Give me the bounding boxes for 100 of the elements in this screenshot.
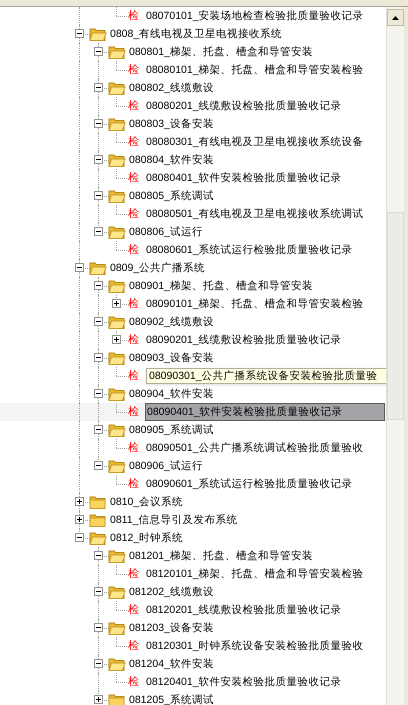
record-item[interactable]: 08090101_梯架、托盘、槽盒和导管安装检验 xyxy=(145,295,365,313)
inspection-tag: 检 xyxy=(128,673,139,691)
open-folder-icon xyxy=(108,80,126,96)
folder-icon xyxy=(89,512,107,528)
open-folder-icon xyxy=(108,314,126,330)
collapse-toggle[interactable] xyxy=(94,587,103,596)
record-item[interactable]: 08090401_软件安装检验批质量验收记录 xyxy=(145,403,385,421)
inspection-tag: 检 xyxy=(128,61,139,79)
collapse-toggle[interactable] xyxy=(94,353,103,362)
inspection-tag: 检 xyxy=(128,475,139,493)
collapse-toggle[interactable] xyxy=(75,263,84,272)
inspection-tag: 检 xyxy=(128,601,139,619)
record-item[interactable]: 08090501_公共广播系统调试检验批质量验收 xyxy=(145,439,365,457)
folder-label[interactable]: 081204_软件安装 xyxy=(128,655,215,673)
open-folder-icon xyxy=(108,422,126,438)
folder-label[interactable]: 080905_系统调试 xyxy=(128,421,215,439)
collapse-toggle[interactable] xyxy=(94,389,103,398)
folder-label[interactable]: 081202_线缆敷设 xyxy=(128,583,215,601)
open-folder-icon xyxy=(108,458,126,474)
collapse-toggle[interactable] xyxy=(75,29,84,38)
expand-toggle[interactable] xyxy=(75,497,84,506)
collapse-toggle[interactable] xyxy=(94,623,103,632)
inspection-tag: 检 xyxy=(128,637,139,655)
scrollbar[interactable] xyxy=(386,7,404,705)
folder-label[interactable]: 080804_软件安装 xyxy=(128,151,215,169)
folder-label[interactable]: 080901_梯架、托盘、槽盒和导管安装 xyxy=(128,277,314,295)
open-folder-icon xyxy=(108,188,126,204)
record-item[interactable]: 08080301_有线电视及卫星电视接收系统设备 xyxy=(145,133,365,151)
inspection-tag: 检 xyxy=(128,295,139,313)
folder-label[interactable]: 080801_梯架、托盘、槽盒和导管安装 xyxy=(128,43,314,61)
folder-label[interactable]: 0812_时钟系统 xyxy=(109,529,184,547)
record-item[interactable]: 08080401_软件安装检验批质量验收记录 xyxy=(145,169,343,187)
expand-toggle[interactable] xyxy=(75,515,84,524)
inspection-tag: 检 xyxy=(128,169,139,187)
folder-label[interactable]: 0811_信息导引及发布系统 xyxy=(109,511,238,529)
record-item[interactable]: 08120301_时钟系统设备安装检验批质量验收 xyxy=(145,637,365,655)
scroll-up-button[interactable] xyxy=(387,9,404,26)
open-folder-icon xyxy=(108,548,126,564)
collapse-toggle[interactable] xyxy=(94,317,103,326)
collapse-toggle[interactable] xyxy=(75,533,84,542)
folder-label[interactable]: 080904_软件安装 xyxy=(128,385,215,403)
folder-label[interactable]: 081203_设备安装 xyxy=(128,619,215,637)
collapse-toggle[interactable] xyxy=(94,659,103,668)
record-item[interactable]: 08080601_系统试运行检验批质量验收记录 xyxy=(145,241,354,259)
open-folder-icon xyxy=(89,530,107,546)
folder-icon xyxy=(89,494,107,510)
inspection-tag: 检 xyxy=(128,97,139,115)
expand-toggle[interactable] xyxy=(112,335,121,344)
record-item[interactable]: 08070101_安装场地检查检验批质量验收记录 xyxy=(145,7,365,25)
inspection-tag: 检 xyxy=(128,331,139,349)
collapse-toggle[interactable] xyxy=(94,119,103,128)
open-folder-icon xyxy=(108,584,126,600)
record-item[interactable]: 08080201_线缆敷设检验批质量验收记录 xyxy=(145,97,343,115)
inspection-tag: 检 xyxy=(128,565,139,583)
folder-label[interactable]: 080806_试运行 xyxy=(128,223,204,241)
collapse-toggle[interactable] xyxy=(94,281,103,290)
inspection-tag: 检 xyxy=(128,133,139,151)
record-item[interactable]: 08120401_软件安装检验批质量验收记录 xyxy=(145,673,343,691)
folder-label[interactable]: 080805_系统调试 xyxy=(128,187,215,205)
collapse-toggle[interactable] xyxy=(94,83,103,92)
tooltip: 08090301_公共广播系统设备安装检验批质量验 xyxy=(146,368,386,384)
folder-label[interactable]: 080902_线缆敷设 xyxy=(128,313,215,331)
folder-label[interactable]: 080803_设备安装 xyxy=(128,115,215,133)
open-folder-icon xyxy=(108,350,126,366)
record-item[interactable]: 08090201_线缆敷设检验批质量验收记录 xyxy=(145,331,343,349)
collapse-toggle[interactable] xyxy=(94,461,103,470)
collapse-toggle[interactable] xyxy=(94,191,103,200)
open-folder-icon xyxy=(108,116,126,132)
folder-label[interactable]: 081205_系统调试 xyxy=(128,691,215,705)
record-item[interactable]: 08080501_有线电视及卫星电视接收系统调试 xyxy=(145,205,365,223)
inspection-tag: 检 xyxy=(128,403,139,421)
record-item[interactable]: 08090601_系统试运行检验批质量验收记录 xyxy=(145,475,354,493)
collapse-toggle[interactable] xyxy=(94,227,103,236)
collapse-toggle[interactable] xyxy=(94,47,103,56)
expand-toggle[interactable] xyxy=(94,695,103,704)
collapse-toggle[interactable] xyxy=(94,551,103,560)
record-item[interactable]: 08120201_线缆敷设检验批质量验收记录 xyxy=(145,601,343,619)
folder-label[interactable]: 080903_设备安装 xyxy=(128,349,215,367)
folder-label[interactable]: 0808_有线电视及卫星电视接收系统 xyxy=(109,25,284,43)
open-folder-icon xyxy=(108,224,126,240)
folder-label[interactable]: 0809_公共广播系统 xyxy=(109,259,206,277)
expand-toggle[interactable] xyxy=(112,299,121,308)
folder-label[interactable]: 080906_试运行 xyxy=(128,457,204,475)
inspection-tag: 检 xyxy=(128,439,139,457)
folder-label[interactable]: 0810_会议系统 xyxy=(109,493,184,511)
inspection-tag: 检 xyxy=(128,205,139,223)
up-arrow-icon xyxy=(392,16,399,20)
folder-label[interactable]: 080802_线缆敷设 xyxy=(128,79,215,97)
record-item[interactable]: 08080101_梯架、托盘、槽盒和导管安装检验 xyxy=(145,61,365,79)
open-folder-icon xyxy=(108,386,126,402)
folder-label[interactable]: 081201_梯架、托盘、槽盒和导管安装 xyxy=(128,547,314,565)
inspection-tag: 检 xyxy=(128,241,139,259)
open-folder-icon xyxy=(108,656,126,672)
open-folder-icon xyxy=(108,278,126,294)
collapse-toggle[interactable] xyxy=(94,155,103,164)
open-folder-icon xyxy=(108,152,126,168)
scroll-thumb[interactable] xyxy=(387,212,404,420)
inspection-tag: 检 xyxy=(128,367,139,385)
record-item[interactable]: 08120101_梯架、托盘、槽盒和导管安装检验 xyxy=(145,565,365,583)
collapse-toggle[interactable] xyxy=(94,425,103,434)
